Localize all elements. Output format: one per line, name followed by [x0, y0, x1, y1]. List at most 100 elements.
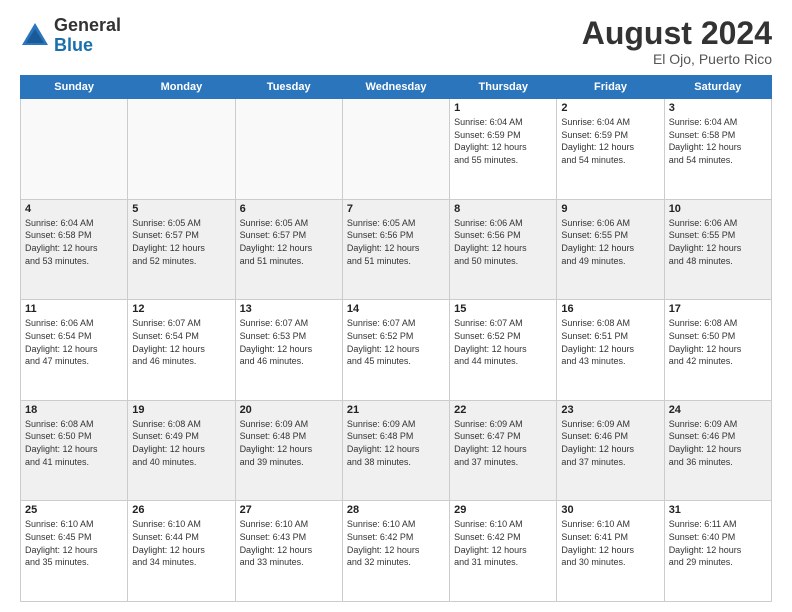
- calendar-cell: 20 Sunrise: 6:09 AM Sunset: 6:48 PM Dayli…: [235, 400, 342, 501]
- calendar-cell: 1Sunrise: 6:04 AM Sunset: 6:59 PM Daylig…: [450, 99, 557, 200]
- calendar-cell: 31 Sunrise: 6:11 AM Sunset: 6:40 PM Dayli…: [664, 501, 771, 602]
- day-info: Sunrise: 6:10 AM Sunset: 6:45 PM Dayligh…: [25, 518, 123, 568]
- day-number: 9: [561, 203, 659, 215]
- calendar-week-3: 11 Sunrise: 6:06 AM Sunset: 6:54 PM Dayli…: [21, 300, 772, 401]
- day-info: Sunrise: 6:08 AM Sunset: 6:51 PM Dayligh…: [561, 317, 659, 367]
- day-number: 14: [347, 303, 445, 315]
- day-info: Sunrise: 6:09 AM Sunset: 6:46 PM Dayligh…: [669, 418, 767, 468]
- day-info: Sunrise: 6:09 AM Sunset: 6:46 PM Dayligh…: [561, 418, 659, 468]
- day-number: 10: [669, 203, 767, 215]
- day-info: Sunrise: 6:05 AM Sunset: 6:56 PM Dayligh…: [347, 217, 445, 267]
- day-number: 23: [561, 404, 659, 416]
- day-number: 20: [240, 404, 338, 416]
- day-header-monday: Monday: [128, 76, 235, 99]
- calendar-week-4: 18 Sunrise: 6:08 AM Sunset: 6:50 PM Dayli…: [21, 400, 772, 501]
- day-info: Sunrise: 6:08 AM Sunset: 6:49 PM Dayligh…: [132, 418, 230, 468]
- day-number: 18: [25, 404, 123, 416]
- calendar-cell: 30Sunrise: 6:10 AM Sunset: 6:41 PM Dayli…: [557, 501, 664, 602]
- day-number: 15: [454, 303, 552, 315]
- header: General Blue August 2024 El Ojo, Puerto …: [20, 16, 772, 67]
- day-info: Sunrise: 6:08 AM Sunset: 6:50 PM Dayligh…: [25, 418, 123, 468]
- calendar-cell: [128, 99, 235, 200]
- day-info: Sunrise: 6:08 AM Sunset: 6:50 PM Dayligh…: [669, 317, 767, 367]
- calendar-cell: 9 Sunrise: 6:06 AM Sunset: 6:55 PM Daylig…: [557, 199, 664, 300]
- day-info: Sunrise: 6:07 AM Sunset: 6:52 PM Dayligh…: [454, 317, 552, 367]
- day-number: 17: [669, 303, 767, 315]
- day-number: 24: [669, 404, 767, 416]
- day-header-friday: Friday: [557, 76, 664, 99]
- calendar-cell: 22Sunrise: 6:09 AM Sunset: 6:47 PM Dayli…: [450, 400, 557, 501]
- day-info: Sunrise: 6:04 AM Sunset: 6:59 PM Dayligh…: [561, 116, 659, 166]
- calendar-cell: 2Sunrise: 6:04 AM Sunset: 6:59 PM Daylig…: [557, 99, 664, 200]
- day-info: Sunrise: 6:09 AM Sunset: 6:48 PM Dayligh…: [240, 418, 338, 468]
- day-number: 31: [669, 504, 767, 516]
- logo-text: General Blue: [54, 16, 121, 56]
- day-number: 27: [240, 504, 338, 516]
- day-number: 30: [561, 504, 659, 516]
- page: General Blue August 2024 El Ojo, Puerto …: [0, 0, 792, 612]
- day-number: 12: [132, 303, 230, 315]
- calendar-cell: 6 Sunrise: 6:05 AM Sunset: 6:57 PM Daylig…: [235, 199, 342, 300]
- calendar-cell: 13 Sunrise: 6:07 AM Sunset: 6:53 PM Dayli…: [235, 300, 342, 401]
- day-info: Sunrise: 6:07 AM Sunset: 6:52 PM Dayligh…: [347, 317, 445, 367]
- day-header-wednesday: Wednesday: [342, 76, 449, 99]
- calendar-cell: 15 Sunrise: 6:07 AM Sunset: 6:52 PM Dayli…: [450, 300, 557, 401]
- day-info: Sunrise: 6:05 AM Sunset: 6:57 PM Dayligh…: [240, 217, 338, 267]
- calendar-cell: [342, 99, 449, 200]
- calendar-cell: [21, 99, 128, 200]
- day-number: 3: [669, 102, 767, 114]
- calendar-cell: 7Sunrise: 6:05 AM Sunset: 6:56 PM Daylig…: [342, 199, 449, 300]
- day-header-sunday: Sunday: [21, 76, 128, 99]
- day-number: 28: [347, 504, 445, 516]
- title-block: August 2024 El Ojo, Puerto Rico: [582, 16, 772, 67]
- calendar-cell: 12Sunrise: 6:07 AM Sunset: 6:54 PM Dayli…: [128, 300, 235, 401]
- day-info: Sunrise: 6:11 AM Sunset: 6:40 PM Dayligh…: [669, 518, 767, 568]
- logo: General Blue: [20, 16, 121, 56]
- day-info: Sunrise: 6:06 AM Sunset: 6:54 PM Dayligh…: [25, 317, 123, 367]
- day-number: 21: [347, 404, 445, 416]
- day-number: 29: [454, 504, 552, 516]
- day-header-saturday: Saturday: [664, 76, 771, 99]
- logo-icon: [20, 21, 50, 51]
- logo-general: General: [54, 16, 121, 36]
- calendar-header-row: SundayMondayTuesdayWednesdayThursdayFrid…: [21, 76, 772, 99]
- calendar-cell: 28 Sunrise: 6:10 AM Sunset: 6:42 PM Dayli…: [342, 501, 449, 602]
- day-number: 4: [25, 203, 123, 215]
- day-number: 13: [240, 303, 338, 315]
- calendar-cell: 14 Sunrise: 6:07 AM Sunset: 6:52 PM Dayli…: [342, 300, 449, 401]
- day-number: 5: [132, 203, 230, 215]
- calendar-cell: 19Sunrise: 6:08 AM Sunset: 6:49 PM Dayli…: [128, 400, 235, 501]
- day-header-tuesday: Tuesday: [235, 76, 342, 99]
- day-number: 25: [25, 504, 123, 516]
- calendar-cell: 25 Sunrise: 6:10 AM Sunset: 6:45 PM Dayli…: [21, 501, 128, 602]
- day-number: 26: [132, 504, 230, 516]
- day-header-thursday: Thursday: [450, 76, 557, 99]
- day-number: 11: [25, 303, 123, 315]
- day-info: Sunrise: 6:04 AM Sunset: 6:59 PM Dayligh…: [454, 116, 552, 166]
- day-info: Sunrise: 6:04 AM Sunset: 6:58 PM Dayligh…: [25, 217, 123, 267]
- calendar-week-2: 4 Sunrise: 6:04 AM Sunset: 6:58 PM Daylig…: [21, 199, 772, 300]
- location: El Ojo, Puerto Rico: [582, 51, 772, 67]
- day-info: Sunrise: 6:06 AM Sunset: 6:55 PM Dayligh…: [561, 217, 659, 267]
- calendar-cell: 24 Sunrise: 6:09 AM Sunset: 6:46 PM Dayli…: [664, 400, 771, 501]
- day-info: Sunrise: 6:10 AM Sunset: 6:42 PM Dayligh…: [347, 518, 445, 568]
- month-year: August 2024: [582, 16, 772, 51]
- calendar-cell: 10 Sunrise: 6:06 AM Sunset: 6:55 PM Dayli…: [664, 199, 771, 300]
- calendar-cell: 16 Sunrise: 6:08 AM Sunset: 6:51 PM Dayli…: [557, 300, 664, 401]
- day-info: Sunrise: 6:07 AM Sunset: 6:53 PM Dayligh…: [240, 317, 338, 367]
- day-number: 8: [454, 203, 552, 215]
- calendar-cell: 5Sunrise: 6:05 AM Sunset: 6:57 PM Daylig…: [128, 199, 235, 300]
- day-number: 6: [240, 203, 338, 215]
- day-info: Sunrise: 6:09 AM Sunset: 6:48 PM Dayligh…: [347, 418, 445, 468]
- day-info: Sunrise: 6:10 AM Sunset: 6:42 PM Dayligh…: [454, 518, 552, 568]
- calendar-cell: 3 Sunrise: 6:04 AM Sunset: 6:58 PM Daylig…: [664, 99, 771, 200]
- day-info: Sunrise: 6:10 AM Sunset: 6:44 PM Dayligh…: [132, 518, 230, 568]
- day-info: Sunrise: 6:04 AM Sunset: 6:58 PM Dayligh…: [669, 116, 767, 166]
- calendar-cell: 18 Sunrise: 6:08 AM Sunset: 6:50 PM Dayli…: [21, 400, 128, 501]
- day-info: Sunrise: 6:10 AM Sunset: 6:43 PM Dayligh…: [240, 518, 338, 568]
- calendar-cell: [235, 99, 342, 200]
- day-number: 16: [561, 303, 659, 315]
- day-info: Sunrise: 6:06 AM Sunset: 6:55 PM Dayligh…: [669, 217, 767, 267]
- calendar-cell: 29 Sunrise: 6:10 AM Sunset: 6:42 PM Dayli…: [450, 501, 557, 602]
- calendar-table: SundayMondayTuesdayWednesdayThursdayFrid…: [20, 75, 772, 602]
